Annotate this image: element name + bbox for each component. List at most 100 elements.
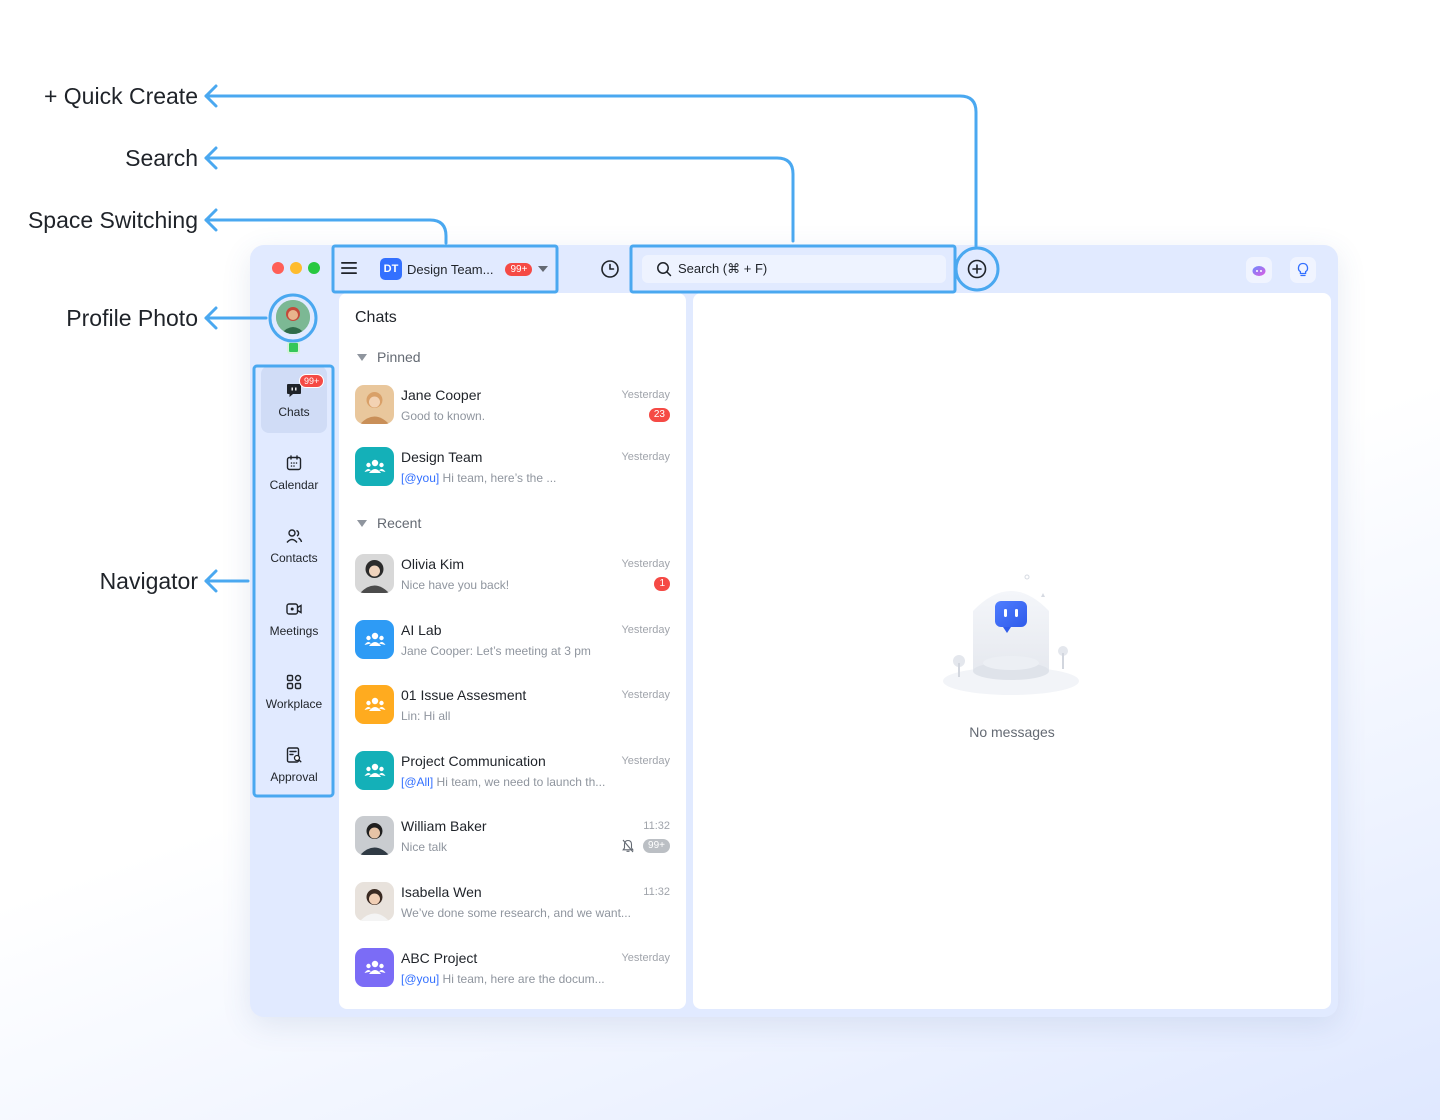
avatar <box>355 554 394 593</box>
chat-item[interactable]: 01 Issue Assesment Lin: Hi all Yesterday <box>339 677 686 737</box>
preview-text: Hi team, here are the docum... <box>439 972 605 986</box>
nav-approval[interactable]: Approval <box>256 731 332 798</box>
callout-profile-photo: Profile Photo <box>66 305 198 331</box>
online-status-indicator <box>287 341 300 354</box>
chat-preview: Nice have you back! <box>401 578 509 592</box>
chat-item[interactable]: Jane Cooper Good to known. Yesterday 23 <box>339 377 686 437</box>
group-icon <box>364 697 385 711</box>
preview-text: We’ve done some research, and we want... <box>401 906 631 920</box>
tips-button[interactable] <box>1290 257 1316 283</box>
nav-label: Contacts <box>270 550 318 565</box>
person-photo-icon <box>355 882 394 921</box>
chat-name: William Baker <box>401 818 487 834</box>
space-switching-connector <box>204 218 448 245</box>
muted-bell-icon <box>622 839 634 853</box>
chat-list-panel: Chats Pinned Jane Cooper Good to known. … <box>339 293 686 1009</box>
chat-time: Yesterday <box>621 451 670 463</box>
preview-text: Lin: Hi all <box>401 709 451 723</box>
nav-calendar[interactable]: Calendar <box>256 439 332 506</box>
profile-avatar[interactable] <box>276 300 310 334</box>
chat-time: 11:32 <box>643 820 670 832</box>
nav-label: Calendar <box>269 477 319 492</box>
section-pinned[interactable]: Pinned <box>357 349 421 365</box>
chat-item[interactable]: ABC Project [@you] Hi team, here are the… <box>339 940 686 1000</box>
unread-badge: 1 <box>654 577 670 591</box>
person-photo-icon <box>355 385 394 424</box>
nav-label: Chats <box>278 404 310 419</box>
plus-circle-icon[interactable] <box>966 258 988 280</box>
chat-name: Project Communication <box>401 753 546 769</box>
chat-preview: Nice talk <box>401 840 447 854</box>
chat-item[interactable]: Isabella Wen We’ve done some research, a… <box>339 874 686 934</box>
nav-chats[interactable]: 99+ Chats <box>261 366 327 433</box>
chat-item[interactable]: Project Communication [@All] Hi team, we… <box>339 743 686 803</box>
chat-item[interactable]: Olivia Kim Nice have you back! Yesterday… <box>339 546 686 606</box>
chat-name: Jane Cooper <box>401 387 482 403</box>
avatar <box>355 447 394 486</box>
avatar <box>355 620 394 659</box>
search-arrowhead <box>204 146 218 170</box>
chat-preview: [@All] Hi team, we need to launch th... <box>401 775 605 789</box>
window-controls <box>272 262 320 274</box>
mention-tag: [@you] <box>401 972 440 986</box>
nav-label: Approval <box>270 769 318 784</box>
nav-meetings[interactable]: Meetings <box>256 585 332 652</box>
preview-text: Hi team, we need to launch th... <box>433 775 606 789</box>
avatar <box>355 882 394 921</box>
person-photo-icon <box>355 816 394 855</box>
clock-icon[interactable] <box>600 259 620 279</box>
calendar-icon <box>286 454 302 470</box>
space-switcher[interactable]: DT Design Team... 99+ <box>380 257 549 281</box>
close-window-button[interactable] <box>272 262 284 274</box>
space-logo: DT <box>380 258 402 280</box>
chat-name: Design Team <box>401 449 483 465</box>
search-input[interactable]: Search (⌘ + F) <box>642 255 946 283</box>
navigator-arrowhead <box>204 569 218 593</box>
mention-tag: [@All] <box>401 775 434 789</box>
nav-contacts[interactable]: Contacts <box>256 512 332 579</box>
quick-create-connector <box>204 94 978 248</box>
chat-time: Yesterday <box>621 689 670 701</box>
chat-list-title: Chats <box>355 309 397 326</box>
avatar <box>355 816 394 855</box>
approval-document-icon <box>286 746 302 763</box>
contacts-icon <box>286 528 303 543</box>
callout-search: Search <box>125 145 198 171</box>
grid-icon <box>286 674 302 689</box>
avatar <box>355 385 394 424</box>
chat-item[interactable]: Design Team [@you] Hi team, here’s the .… <box>339 439 686 499</box>
conversation-pane: No messages <box>693 293 1331 1009</box>
callout-quick-create: + Quick Create <box>43 83 198 109</box>
ai-assistant-button[interactable] <box>1246 257 1272 283</box>
hamburger-icon[interactable] <box>340 259 358 277</box>
chat-name: 01 Issue Assesment <box>401 687 527 703</box>
mention-tag: [@you] <box>401 471 440 485</box>
chat-time: Yesterday <box>621 558 670 570</box>
avatar <box>355 948 394 987</box>
preview-text: Nice have you back! <box>401 578 510 592</box>
unread-badge: 23 <box>648 408 670 422</box>
maximize-window-button[interactable] <box>308 262 320 274</box>
section-label: Pinned <box>377 349 421 365</box>
app-window: DT Design Team... 99+ Search (⌘ + F) 99+… <box>250 245 1338 1017</box>
robot-chat-illustration <box>943 574 1079 695</box>
chat-item[interactable]: AI Lab Jane Cooper: Let’s meeting at 3 p… <box>339 612 686 672</box>
profile-photo-icon <box>276 300 310 334</box>
section-recent[interactable]: Recent <box>357 515 421 531</box>
ai-assistant-icon <box>1252 266 1266 276</box>
group-icon <box>364 632 385 646</box>
chat-preview: We’ve done some research, and we want... <box>401 906 631 920</box>
chat-preview: Lin: Hi all <box>401 709 450 723</box>
nav-workplace[interactable]: Workplace <box>256 658 332 725</box>
space-name: Design Team... <box>407 261 494 277</box>
quick-create-arrowhead <box>204 84 218 108</box>
search-connector <box>204 156 795 243</box>
chat-name: Olivia Kim <box>401 556 465 572</box>
lightbulb-icon <box>1297 262 1309 277</box>
unread-badge: 99+ <box>643 839 670 853</box>
minimize-window-button[interactable] <box>290 262 302 274</box>
chat-preview: Good to known. <box>401 409 485 423</box>
chat-item[interactable]: William Baker Nice talk 11:32 99+ <box>339 808 686 868</box>
navigator: 99+ Chats Calendar Contacts Meetings Wor… <box>256 366 332 804</box>
chat-time: Yesterday <box>621 624 670 636</box>
